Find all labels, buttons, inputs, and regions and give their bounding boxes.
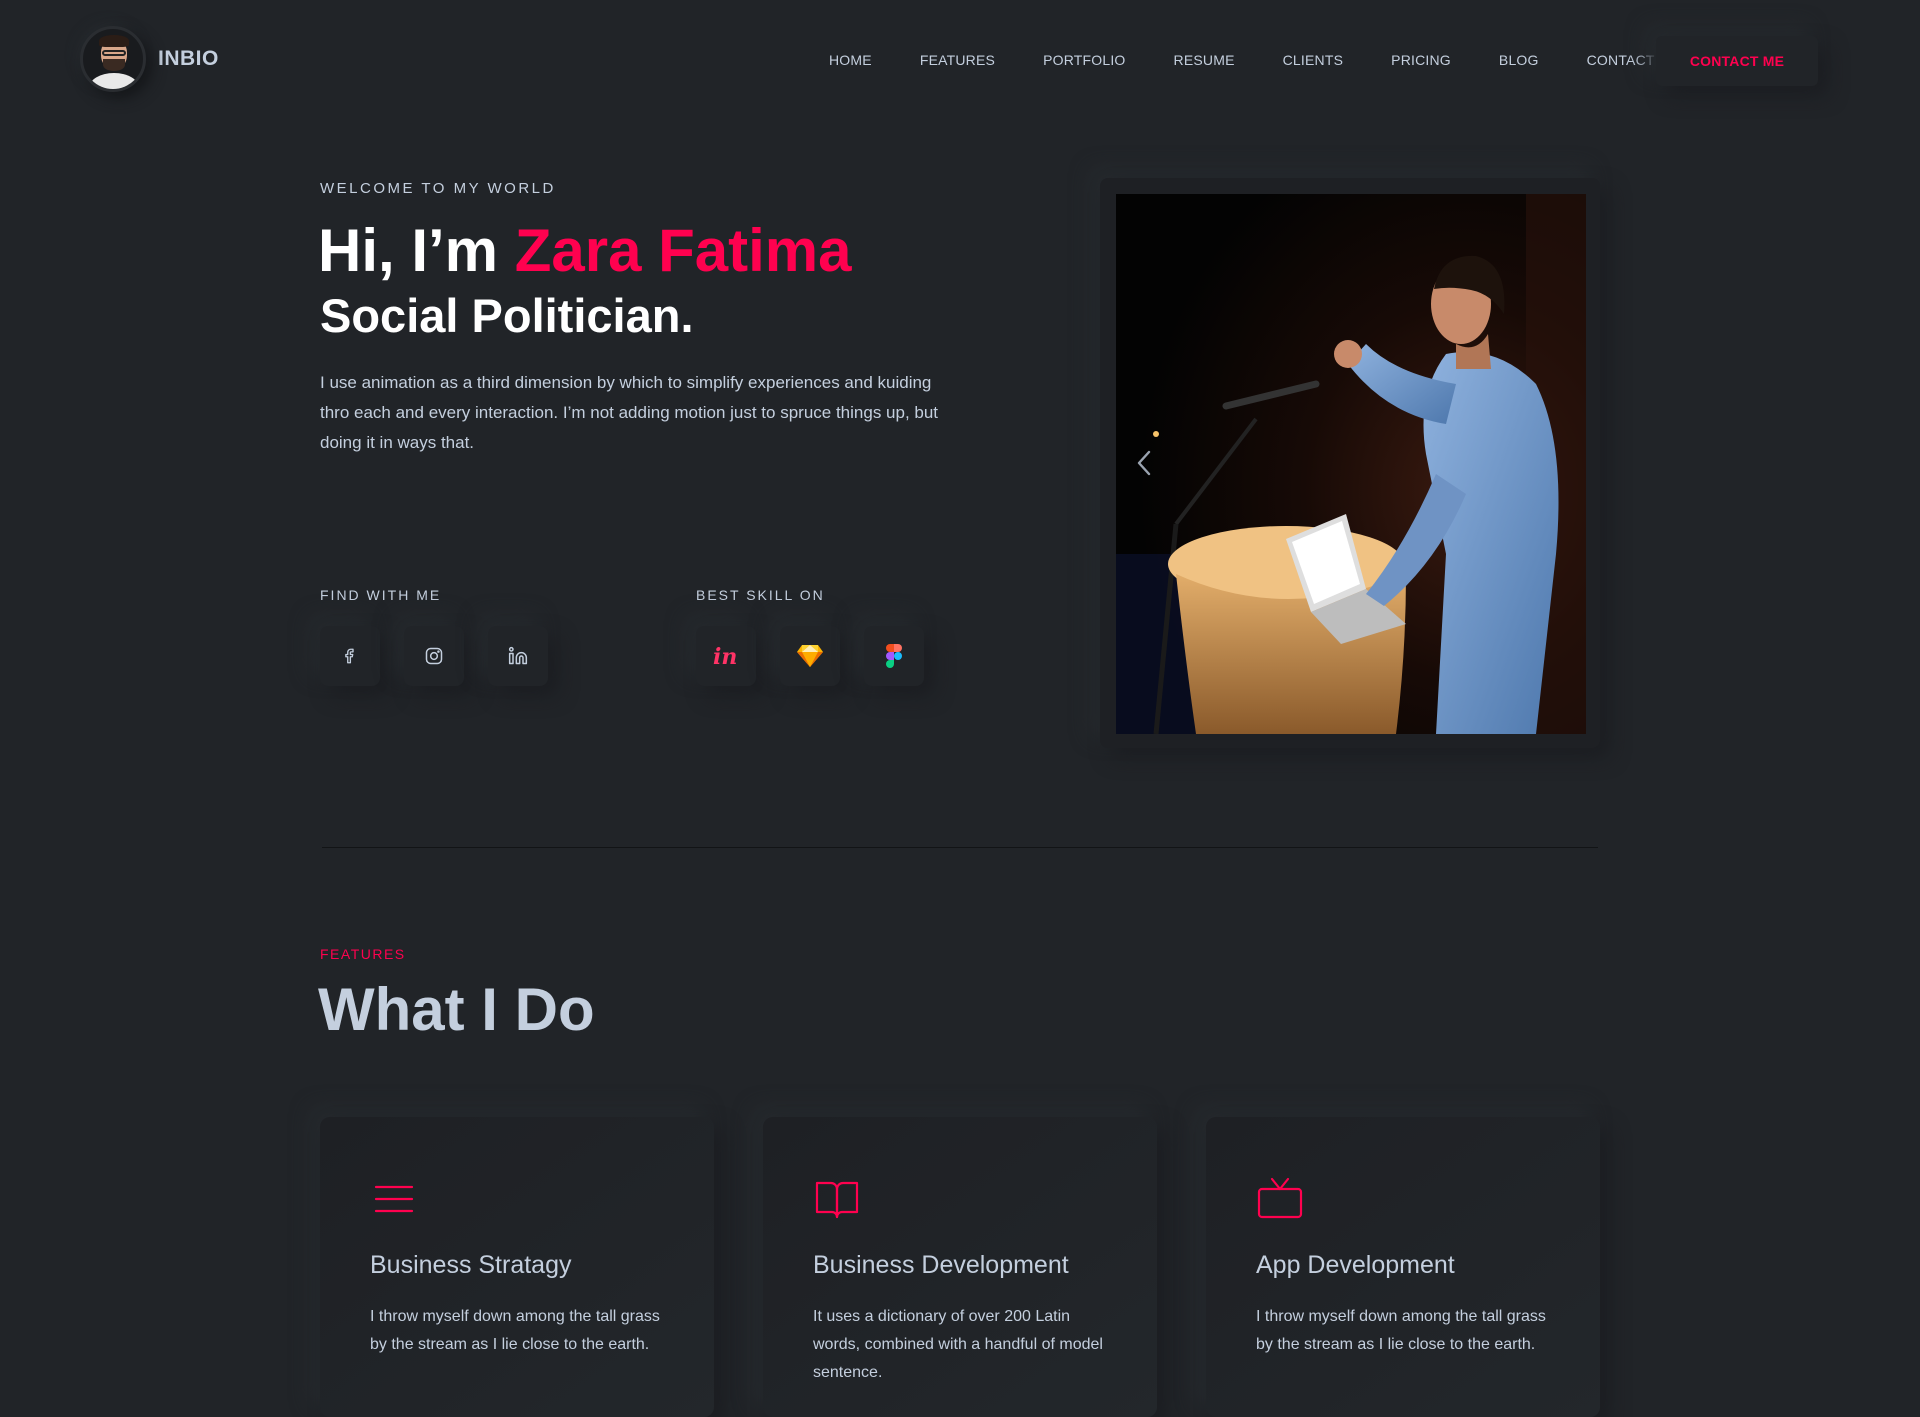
chevron-left-icon[interactable]	[1136, 449, 1152, 477]
hero-subtitle: WELCOME TO MY WORLD	[320, 180, 556, 197]
instagram-button[interactable]	[404, 626, 464, 686]
nav-clients[interactable]: CLIENTS	[1283, 52, 1344, 68]
nav-features[interactable]: FEATURES	[920, 52, 995, 68]
hero-name: Zara Fatima	[514, 217, 852, 284]
nav-blog[interactable]: BLOG	[1499, 52, 1539, 68]
feature-card-description: It uses a dictionary of over 200 Latin w…	[813, 1308, 1103, 1381]
nav-portfolio[interactable]: PORTFOLIO	[1043, 52, 1125, 68]
feature-card[interactable]: App Development I throw myself down amon…	[1206, 1117, 1600, 1417]
sketch-icon	[797, 645, 823, 667]
hero-role: Social Politician.	[320, 289, 694, 342]
logo[interactable]: INBIO	[80, 26, 219, 92]
book-icon	[815, 1181, 859, 1219]
invision-button[interactable]: in	[696, 626, 756, 686]
hero-photo	[1116, 194, 1586, 734]
instagram-icon	[425, 647, 443, 665]
invision-icon: in	[713, 644, 737, 668]
feature-card-description: I throw myself down among the tall grass…	[1256, 1308, 1546, 1353]
nav-contact[interactable]: CONTACT	[1587, 52, 1655, 68]
features-subtitle: FEATURES	[320, 946, 406, 962]
avatar	[80, 26, 146, 92]
menu-lines-icon	[374, 1185, 414, 1213]
contact-me-button[interactable]: CONTACT ME	[1656, 36, 1818, 86]
social-links	[320, 626, 572, 686]
hero-greeting: Hi, I’m	[318, 217, 515, 284]
linkedin-button[interactable]	[488, 626, 548, 686]
main-nav: HOME FEATURES PORTFOLIO RESUME CLIENTS P…	[800, 0, 1703, 120]
best-skill-label: BEST SKILL ON	[696, 587, 825, 603]
facebook-button[interactable]	[320, 626, 380, 686]
speaker-at-podium-illustration	[1116, 194, 1586, 734]
site-header: INBIO HOME FEATURES PORTFOLIO RESUME CLI…	[0, 0, 1920, 120]
feature-card-title: Business Stratagy	[370, 1251, 572, 1279]
feature-card[interactable]: Business Stratagy I throw myself down am…	[320, 1117, 714, 1417]
nav-pricing[interactable]: PRICING	[1391, 52, 1451, 68]
features-title: What I Do	[318, 976, 595, 1043]
section-divider	[322, 847, 1598, 848]
find-with-me-label: FIND WITH ME	[320, 587, 442, 603]
figma-button[interactable]	[864, 626, 924, 686]
feature-card[interactable]: Business Development It uses a dictionar…	[763, 1117, 1157, 1417]
brand-name: INBIO	[158, 47, 219, 70]
skill-list: in	[696, 626, 948, 686]
nav-home[interactable]: HOME	[829, 52, 872, 68]
figma-icon	[886, 644, 902, 668]
nav-resume[interactable]: RESUME	[1174, 52, 1235, 68]
hero-title: Hi, I’m Zara Fatima	[318, 212, 852, 290]
facebook-icon	[345, 648, 354, 664]
feature-card-description: I throw myself down among the tall grass…	[370, 1308, 660, 1353]
feature-card-title: Business Development	[813, 1251, 1069, 1279]
tv-icon	[1257, 1177, 1303, 1219]
feature-card-title: App Development	[1256, 1251, 1455, 1279]
sketch-button[interactable]	[780, 626, 840, 686]
linkedin-icon	[508, 646, 528, 665]
svg-text:in: in	[713, 644, 737, 668]
hero-description: I use animation as a third dimension by …	[320, 373, 939, 452]
